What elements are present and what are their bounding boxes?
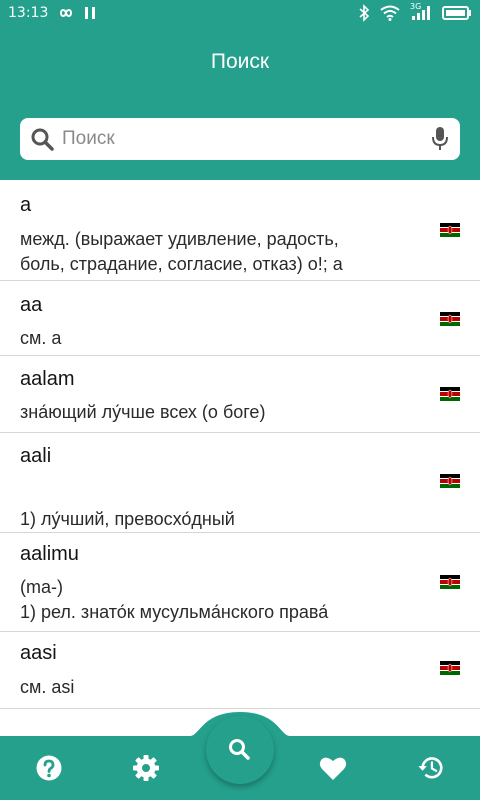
search-icon (227, 737, 253, 763)
entry-definition: см. asi (20, 675, 74, 700)
definition-line: 1) лу́чший, превосхо́дный (20, 509, 235, 529)
definition-line (20, 476, 235, 501)
settings-icon[interactable] (132, 754, 160, 782)
entry-word: aalam (20, 368, 75, 390)
page-title: Поиск (210, 50, 270, 73)
definition-line: зна́ющий лу́чше всех (о боге) (20, 402, 266, 422)
entry-definition: межд. (выражает удивление, радость, боль… (20, 227, 343, 277)
search-button[interactable] (206, 716, 274, 784)
infinity-icon (56, 7, 76, 19)
bluetooth-icon (358, 4, 370, 22)
kenya-flag-icon (440, 575, 460, 589)
list-item[interactable]: aalam зна́ющий лу́чше всех (о боге) (0, 356, 480, 433)
network-type: 3G (410, 2, 422, 11)
signal-icon: 3G (410, 2, 432, 21)
entry-word: aa (20, 294, 43, 316)
entry-word: aasi (20, 642, 57, 664)
definition-line: межд. (выражает удивление, радость, (20, 229, 339, 249)
app-header: Поиск (0, 28, 480, 180)
list-item[interactable]: aali 1) лу́чший, превосхо́дный (0, 433, 480, 533)
kenya-flag-icon (440, 661, 460, 675)
kenya-flag-icon (440, 387, 460, 401)
search-bar[interactable] (20, 118, 460, 160)
entry-word: a (20, 194, 32, 216)
kenya-flag-icon (440, 312, 460, 326)
entry-word: aalimu (20, 543, 79, 565)
entry-definition: зна́ющий лу́чше всех (о боге) (20, 400, 265, 425)
entry-word: aali (20, 445, 52, 467)
pause-icon (84, 6, 96, 20)
kenya-flag-icon (440, 223, 460, 237)
definition-line: 1) рел. знато́к мусульма́нского права́ (20, 602, 329, 622)
list-item[interactable]: a межд. (выражает удивление, радость, бо… (0, 180, 480, 281)
entry-definition: (ma-) 1) рел. знато́к мусульма́нского пр… (20, 575, 328, 625)
microphone-icon[interactable] (430, 126, 450, 157)
definition-line: см. asi (20, 677, 75, 697)
definition-line: см. a (20, 328, 62, 348)
definition-line: боль, страдание, согласие, отказ) о!; а (20, 254, 343, 274)
favorites-icon[interactable] (319, 754, 347, 782)
list-item[interactable]: aalimu (ma-) 1) рел. знато́к мусульма́нс… (0, 533, 480, 632)
search-input[interactable] (62, 124, 422, 154)
help-icon[interactable] (35, 754, 63, 782)
entry-definition: 1) лу́чший, превосхо́дный (20, 476, 235, 532)
entry-definition: см. a (20, 326, 61, 351)
search-icon (30, 127, 56, 158)
status-time: 13:13 (8, 5, 49, 21)
status-bar: 13:13 3G (0, 0, 480, 28)
kenya-flag-icon (440, 474, 460, 488)
results-list: a межд. (выражает удивление, радость, бо… (0, 180, 480, 709)
history-icon[interactable] (417, 754, 445, 782)
battery-icon (442, 5, 472, 21)
list-item[interactable]: aasi см. asi (0, 632, 480, 709)
definition-line: (ma-) (20, 577, 63, 597)
wifi-icon (380, 5, 400, 21)
list-item[interactable]: aa см. a (0, 281, 480, 356)
